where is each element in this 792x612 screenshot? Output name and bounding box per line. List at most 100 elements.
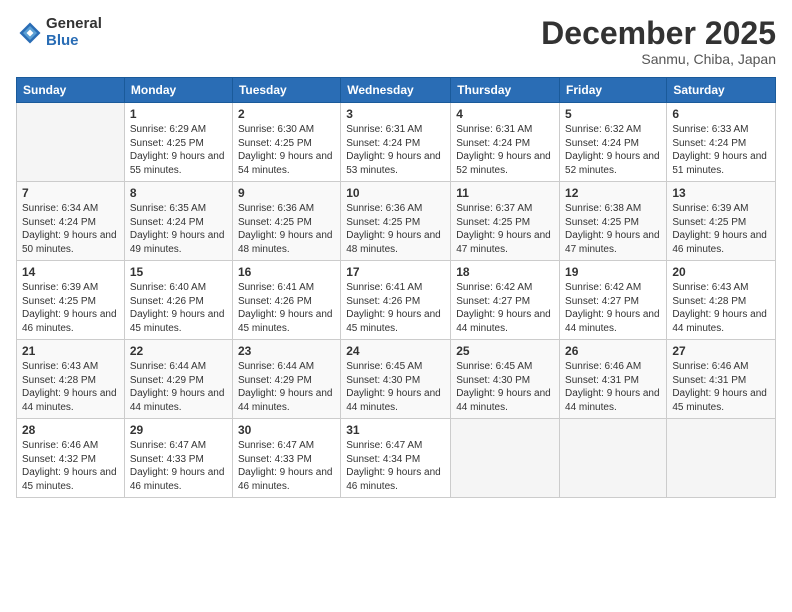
day-cell-23: 23 Sunrise: 6:44 AMSunset: 4:29 PMDaylig… [232, 340, 340, 419]
day-info: Sunrise: 6:43 AMSunset: 4:28 PMDaylight:… [672, 282, 767, 334]
logo: General Blue [16, 16, 102, 49]
day-cell-22: 22 Sunrise: 6:44 AMSunset: 4:29 PMDaylig… [124, 340, 232, 419]
day-number: 27 [672, 344, 770, 358]
day-cell-30: 30 Sunrise: 6:47 AMSunset: 4:33 PMDaylig… [232, 419, 340, 498]
day-cell-8: 8 Sunrise: 6:35 AMSunset: 4:24 PMDayligh… [124, 182, 232, 261]
day-number: 15 [130, 265, 227, 279]
day-cell-2: 2 Sunrise: 6:30 AMSunset: 4:25 PMDayligh… [232, 103, 340, 182]
day-info: Sunrise: 6:31 AMSunset: 4:24 PMDaylight:… [346, 124, 441, 176]
day-header-monday: Monday [124, 78, 232, 103]
day-cell-13: 13 Sunrise: 6:39 AMSunset: 4:25 PMDaylig… [667, 182, 776, 261]
day-cell-20: 20 Sunrise: 6:43 AMSunset: 4:28 PMDaylig… [667, 261, 776, 340]
day-number: 30 [238, 423, 335, 437]
day-header-saturday: Saturday [667, 78, 776, 103]
day-header-wednesday: Wednesday [341, 78, 451, 103]
day-number: 1 [130, 107, 227, 121]
calendar-subtitle: Sanmu, Chiba, Japan [541, 51, 776, 67]
day-info: Sunrise: 6:36 AMSunset: 4:25 PMDaylight:… [346, 203, 441, 255]
day-cell-31: 31 Sunrise: 6:47 AMSunset: 4:34 PMDaylig… [341, 419, 451, 498]
empty-cell [451, 419, 560, 498]
day-info: Sunrise: 6:47 AMSunset: 4:34 PMDaylight:… [346, 440, 441, 492]
day-header-sunday: Sunday [17, 78, 125, 103]
day-cell-24: 24 Sunrise: 6:45 AMSunset: 4:30 PMDaylig… [341, 340, 451, 419]
day-info: Sunrise: 6:47 AMSunset: 4:33 PMDaylight:… [130, 440, 225, 492]
day-info: Sunrise: 6:46 AMSunset: 4:31 PMDaylight:… [672, 361, 767, 413]
day-cell-12: 12 Sunrise: 6:38 AMSunset: 4:25 PMDaylig… [560, 182, 667, 261]
day-number: 19 [565, 265, 661, 279]
day-info: Sunrise: 6:44 AMSunset: 4:29 PMDaylight:… [130, 361, 225, 413]
day-cell-25: 25 Sunrise: 6:45 AMSunset: 4:30 PMDaylig… [451, 340, 560, 419]
day-number: 14 [22, 265, 119, 279]
day-cell-7: 7 Sunrise: 6:34 AMSunset: 4:24 PMDayligh… [17, 182, 125, 261]
logo-text: General Blue [46, 16, 102, 49]
day-info: Sunrise: 6:42 AMSunset: 4:27 PMDaylight:… [456, 282, 551, 334]
week-row-5: 28 Sunrise: 6:46 AMSunset: 4:32 PMDaylig… [17, 419, 776, 498]
week-row-1: 1 Sunrise: 6:29 AMSunset: 4:25 PMDayligh… [17, 103, 776, 182]
week-row-2: 7 Sunrise: 6:34 AMSunset: 4:24 PMDayligh… [17, 182, 776, 261]
day-number: 6 [672, 107, 770, 121]
calendar-table: SundayMondayTuesdayWednesdayThursdayFrid… [16, 77, 776, 498]
logo-general: General [46, 16, 102, 33]
day-cell-5: 5 Sunrise: 6:32 AMSunset: 4:24 PMDayligh… [560, 103, 667, 182]
day-cell-1: 1 Sunrise: 6:29 AMSunset: 4:25 PMDayligh… [124, 103, 232, 182]
day-cell-3: 3 Sunrise: 6:31 AMSunset: 4:24 PMDayligh… [341, 103, 451, 182]
day-cell-26: 26 Sunrise: 6:46 AMSunset: 4:31 PMDaylig… [560, 340, 667, 419]
logo-icon [16, 19, 44, 47]
day-info: Sunrise: 6:46 AMSunset: 4:31 PMDaylight:… [565, 361, 660, 413]
day-info: Sunrise: 6:32 AMSunset: 4:24 PMDaylight:… [565, 124, 660, 176]
day-info: Sunrise: 6:37 AMSunset: 4:25 PMDaylight:… [456, 203, 551, 255]
day-info: Sunrise: 6:45 AMSunset: 4:30 PMDaylight:… [456, 361, 551, 413]
day-number: 13 [672, 186, 770, 200]
day-cell-6: 6 Sunrise: 6:33 AMSunset: 4:24 PMDayligh… [667, 103, 776, 182]
day-info: Sunrise: 6:47 AMSunset: 4:33 PMDaylight:… [238, 440, 333, 492]
day-number: 29 [130, 423, 227, 437]
day-cell-4: 4 Sunrise: 6:31 AMSunset: 4:24 PMDayligh… [451, 103, 560, 182]
day-number: 5 [565, 107, 661, 121]
day-info: Sunrise: 6:41 AMSunset: 4:26 PMDaylight:… [346, 282, 441, 334]
day-number: 24 [346, 344, 445, 358]
day-number: 7 [22, 186, 119, 200]
logo-blue: Blue [46, 33, 102, 50]
day-info: Sunrise: 6:39 AMSunset: 4:25 PMDaylight:… [22, 282, 117, 334]
day-cell-14: 14 Sunrise: 6:39 AMSunset: 4:25 PMDaylig… [17, 261, 125, 340]
day-info: Sunrise: 6:35 AMSunset: 4:24 PMDaylight:… [130, 203, 225, 255]
day-number: 18 [456, 265, 554, 279]
day-info: Sunrise: 6:36 AMSunset: 4:25 PMDaylight:… [238, 203, 333, 255]
calendar-title: December 2025 [541, 16, 776, 51]
day-number: 12 [565, 186, 661, 200]
day-cell-9: 9 Sunrise: 6:36 AMSunset: 4:25 PMDayligh… [232, 182, 340, 261]
day-number: 16 [238, 265, 335, 279]
week-row-3: 14 Sunrise: 6:39 AMSunset: 4:25 PMDaylig… [17, 261, 776, 340]
day-number: 21 [22, 344, 119, 358]
day-info: Sunrise: 6:39 AMSunset: 4:25 PMDaylight:… [672, 203, 767, 255]
title-block: December 2025 Sanmu, Chiba, Japan [541, 16, 776, 67]
day-info: Sunrise: 6:29 AMSunset: 4:25 PMDaylight:… [130, 124, 225, 176]
empty-cell [17, 103, 125, 182]
day-cell-11: 11 Sunrise: 6:37 AMSunset: 4:25 PMDaylig… [451, 182, 560, 261]
header: General Blue December 2025 Sanmu, Chiba,… [16, 16, 776, 67]
day-cell-19: 19 Sunrise: 6:42 AMSunset: 4:27 PMDaylig… [560, 261, 667, 340]
day-cell-18: 18 Sunrise: 6:42 AMSunset: 4:27 PMDaylig… [451, 261, 560, 340]
empty-cell [667, 419, 776, 498]
day-info: Sunrise: 6:30 AMSunset: 4:25 PMDaylight:… [238, 124, 333, 176]
day-info: Sunrise: 6:31 AMSunset: 4:24 PMDaylight:… [456, 124, 551, 176]
day-number: 11 [456, 186, 554, 200]
day-cell-21: 21 Sunrise: 6:43 AMSunset: 4:28 PMDaylig… [17, 340, 125, 419]
day-number: 20 [672, 265, 770, 279]
day-cell-28: 28 Sunrise: 6:46 AMSunset: 4:32 PMDaylig… [17, 419, 125, 498]
day-number: 26 [565, 344, 661, 358]
day-number: 10 [346, 186, 445, 200]
day-cell-10: 10 Sunrise: 6:36 AMSunset: 4:25 PMDaylig… [341, 182, 451, 261]
day-info: Sunrise: 6:43 AMSunset: 4:28 PMDaylight:… [22, 361, 117, 413]
day-cell-27: 27 Sunrise: 6:46 AMSunset: 4:31 PMDaylig… [667, 340, 776, 419]
day-number: 25 [456, 344, 554, 358]
day-number: 9 [238, 186, 335, 200]
day-number: 2 [238, 107, 335, 121]
day-cell-16: 16 Sunrise: 6:41 AMSunset: 4:26 PMDaylig… [232, 261, 340, 340]
calendar-container: General Blue December 2025 Sanmu, Chiba,… [0, 0, 792, 612]
days-header-row: SundayMondayTuesdayWednesdayThursdayFrid… [17, 78, 776, 103]
day-info: Sunrise: 6:40 AMSunset: 4:26 PMDaylight:… [130, 282, 225, 334]
empty-cell [560, 419, 667, 498]
day-info: Sunrise: 6:42 AMSunset: 4:27 PMDaylight:… [565, 282, 660, 334]
day-number: 28 [22, 423, 119, 437]
